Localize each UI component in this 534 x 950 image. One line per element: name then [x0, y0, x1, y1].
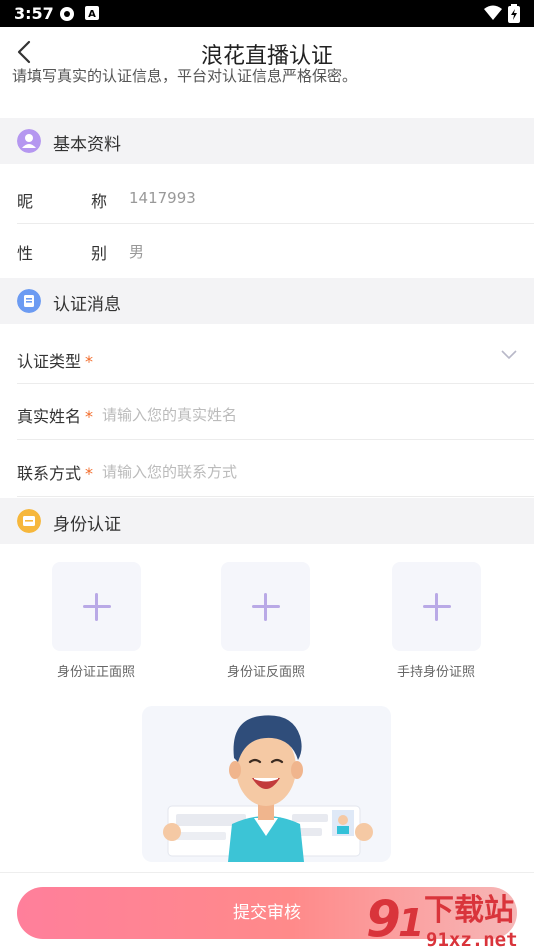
document-icon: [17, 289, 41, 313]
auth-type-select[interactable]: 认证类型 *: [17, 324, 534, 384]
nickname-value: 1417993: [129, 189, 196, 207]
svg-text:9: 9: [366, 890, 401, 948]
upload-id-back[interactable]: [221, 562, 310, 651]
section-title: 基本资料: [53, 135, 121, 155]
status-time: 3:57: [14, 4, 54, 23]
nickname-label-1: 昵: [17, 192, 34, 211]
nickname-row: 昵 称 1417993: [17, 164, 534, 224]
upload-caption: 身份证正面照: [56, 665, 135, 680]
status-bar: 3:57 A: [0, 0, 534, 27]
id-card-illustration: [142, 706, 391, 862]
upload-caption: 身份证反面照: [226, 665, 305, 680]
person-icon: [17, 129, 41, 153]
svg-text:下载站: 下载站: [424, 893, 514, 928]
gender-row: 性 别 男: [17, 224, 534, 278]
upload-id-front[interactable]: [52, 562, 141, 651]
section-basic-info: 基本资料: [0, 118, 534, 164]
real-name-input[interactable]: 请输入您的真实姓名: [102, 404, 237, 425]
upload-id-handheld[interactable]: [392, 562, 481, 651]
section-identity: 身份认证: [0, 498, 534, 544]
nickname-label-2: 称: [91, 192, 108, 211]
gender-value: 男: [129, 243, 145, 261]
real-name-label: 真实姓名 *: [17, 407, 94, 426]
card-icon: [17, 509, 41, 533]
section-title: 身份认证: [53, 515, 121, 535]
battery-charging-icon: [508, 4, 520, 23]
watermark-logo: 9 1 下载站 91xz.net: [366, 890, 518, 950]
contact-label: 联系方式 *: [17, 464, 94, 483]
chevron-down-icon: [501, 350, 517, 360]
section-auth-info: 认证消息: [0, 278, 534, 324]
auth-type-label: 认证类型 *: [17, 352, 94, 371]
upload-caption: 手持身份证照: [396, 665, 475, 680]
svg-text:A: A: [88, 9, 96, 20]
svg-text:1: 1: [398, 901, 424, 945]
section-title: 认证消息: [53, 295, 121, 315]
gender-label-1: 性: [17, 244, 34, 263]
notice-text: 请填写真实的认证信息，平台对认证信息严格保密。: [12, 67, 358, 85]
a-icon: A: [85, 6, 99, 20]
gender-label-2: 别: [91, 244, 108, 263]
real-name-row: 真实姓名 * 请输入您的真实姓名: [17, 384, 534, 440]
wifi-icon: [484, 5, 502, 20]
contact-input[interactable]: 请输入您的联系方式: [102, 461, 237, 482]
svg-text:91xz.net: 91xz.net: [426, 929, 518, 950]
settings-icon: [60, 7, 74, 21]
contact-row: 联系方式 * 请输入您的联系方式: [17, 440, 534, 497]
